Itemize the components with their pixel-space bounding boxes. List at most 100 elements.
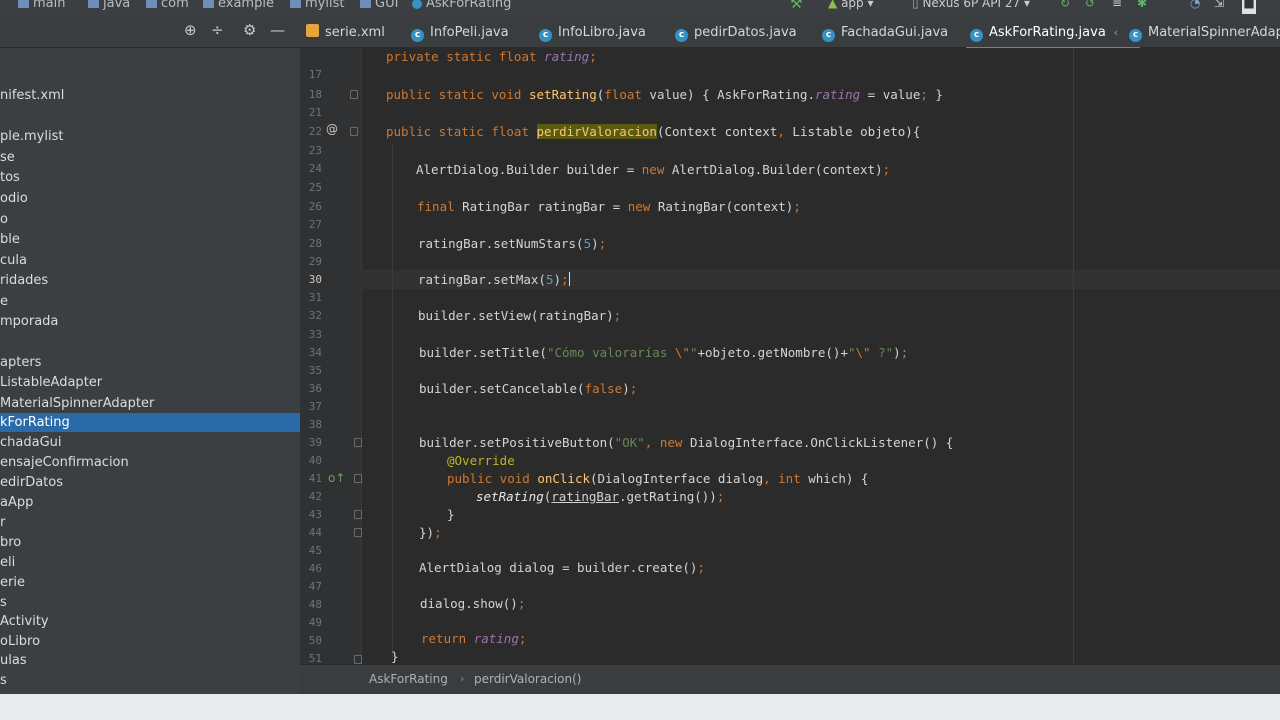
tree-item[interactable]: se: [0, 148, 300, 167]
java-class-icon: c: [970, 29, 983, 42]
line-number: 47: [308, 580, 322, 593]
tree-item[interactable]: r: [0, 513, 300, 532]
override-annotation-icon[interactable]: @: [326, 122, 338, 136]
line-number: 37: [308, 400, 322, 413]
tree-item[interactable]: oLibro: [0, 632, 300, 651]
code-line-40[interactable]: @Override: [447, 453, 515, 468]
tree-item[interactable]: bro: [0, 533, 300, 552]
code-line-48[interactable]: dialog.show();: [420, 596, 525, 611]
breadcrumb-class[interactable]: AskForRating: [369, 672, 448, 686]
apply-changes-icon[interactable]: ↻: [1060, 0, 1070, 14]
tree-item[interactable]: MaterialSpinnerAdapter: [0, 394, 300, 413]
build-hammer-icon[interactable]: ⚒: [790, 0, 803, 14]
code-line-43[interactable]: }: [447, 507, 455, 522]
phone-icon: ▯: [912, 0, 919, 10]
code-line-28[interactable]: ratingBar.setNumStars(5);: [418, 236, 606, 251]
tree-item[interactable]: o: [0, 210, 300, 229]
tree-item[interactable]: aApp: [0, 493, 300, 512]
tab-askforrating[interactable]: c AskForRating.java ‹: [965, 18, 1141, 50]
line-number: 39: [308, 436, 322, 449]
code-line-26[interactable]: final RatingBar ratingBar = new RatingBa…: [417, 199, 801, 214]
code-line-44[interactable]: });: [419, 525, 442, 540]
nav-crumb-java[interactable]: java: [88, 0, 130, 11]
fold-marker-icon[interactable]: [354, 474, 362, 483]
nav-crumb-mylist[interactable]: mylist: [290, 0, 344, 11]
tree-item[interactable]: Activity: [0, 612, 300, 631]
fold-marker-icon[interactable]: [354, 528, 362, 537]
tab-pedirdatos[interactable]: c pedirDatos.java: [675, 18, 797, 48]
target-icon[interactable]: ⊕: [184, 21, 197, 39]
device-dropdown[interactable]: ▯ Nexus 6P API 27 ▾: [912, 0, 1030, 14]
line-number: 46: [308, 562, 322, 575]
tree-item[interactable]: ridades: [0, 271, 300, 290]
android-icon: ▲: [828, 0, 838, 10]
code-line-42[interactable]: setRating(ratingBar.getRating());: [476, 489, 724, 504]
code-line-50[interactable]: return rating;: [421, 631, 526, 646]
tree-item[interactable]: erie: [0, 573, 300, 592]
code-line-18[interactable]: public static void setRating(float value…: [386, 87, 943, 102]
code-line-46[interactable]: AlertDialog dialog = builder.create();: [419, 560, 705, 575]
tree-item[interactable]: odio: [0, 189, 300, 208]
tab-infopeli[interactable]: c InfoPeli.java: [411, 18, 509, 48]
attach-debugger-icon[interactable]: ⇲: [1214, 0, 1224, 14]
tree-item[interactable]: ble: [0, 230, 300, 249]
code-line-36[interactable]: builder.setCancelable(false);: [419, 381, 637, 396]
tree-item[interactable]: mporada: [0, 312, 300, 331]
code-line-34[interactable]: builder.setTitle("Cómo valorarías \""+ob…: [419, 345, 908, 360]
line-number: 27: [308, 218, 322, 231]
tree-item[interactable]: e: [0, 292, 300, 311]
code-line-16[interactable]: private static float rating;: [386, 49, 597, 64]
nav-crumb-com[interactable]: com: [146, 0, 189, 11]
code-line-32[interactable]: builder.setView(ratingBar);: [418, 308, 621, 323]
tree-item[interactable]: tos: [0, 168, 300, 187]
stop-icon[interactable]: ■: [1242, 0, 1256, 14]
fold-marker-icon[interactable]: [354, 438, 362, 447]
close-tab-icon[interactable]: ‹: [1114, 26, 1118, 39]
tree-item[interactable]: cula: [0, 251, 300, 270]
package-icon: [203, 0, 214, 8]
nav-crumb-gui[interactable]: GUI: [360, 0, 398, 11]
code-line-30[interactable]: ratingBar.setMax(5);: [418, 272, 570, 287]
fold-marker-icon[interactable]: [350, 127, 358, 136]
collapse-icon[interactable]: ÷: [211, 21, 224, 39]
tree-item[interactable]: eli: [0, 553, 300, 572]
java-class-icon: c: [539, 29, 552, 42]
tab-serie-xml[interactable]: serie.xml: [306, 18, 385, 48]
menu-list-icon[interactable]: ≡: [1112, 0, 1122, 14]
apply-code-changes-icon[interactable]: ↺: [1085, 0, 1095, 14]
tree-item[interactable]: ensajeConfirmacion: [0, 453, 300, 472]
tree-item[interactable]: nifest.xml: [0, 86, 300, 105]
tree-item[interactable]: chadaGui: [0, 433, 300, 452]
fold-marker-icon[interactable]: [354, 655, 362, 664]
tree-item[interactable]: ulas: [0, 651, 300, 670]
debug-bug-icon[interactable]: ✱: [1137, 0, 1147, 14]
gear-icon[interactable]: ⚙: [243, 21, 256, 39]
tree-item[interactable]: ple.mylist: [0, 127, 300, 146]
nav-crumb-example[interactable]: example: [203, 0, 274, 11]
tab-fachadagui[interactable]: c FachadaGui.java: [822, 18, 948, 48]
minimize-icon[interactable]: —: [270, 21, 285, 39]
breadcrumb-method[interactable]: perdirValoracion(): [474, 672, 581, 686]
tree-item-adapters[interactable]: apters: [0, 353, 300, 372]
tree-item[interactable]: s: [0, 593, 300, 612]
tree-item-askforrating[interactable]: kForRating: [0, 413, 300, 432]
code-line-51[interactable]: }: [391, 649, 399, 664]
fold-marker-icon[interactable]: [350, 90, 358, 99]
code-line-22[interactable]: public static float perdirValoracion(Con…: [386, 124, 920, 139]
tree-item[interactable]: s: [0, 671, 300, 690]
package-icon: [146, 0, 157, 8]
nav-crumb-askforrating[interactable]: AskForRating: [412, 0, 511, 11]
tab-materialspinneradapter[interactable]: cMaterialSpinnerAdapte: [1129, 18, 1280, 48]
profiler-icon[interactable]: ◔: [1190, 0, 1200, 14]
fold-marker-icon[interactable]: [354, 510, 362, 519]
implements-method-icon[interactable]: o↑: [328, 471, 345, 485]
tree-item[interactable]: edirDatos: [0, 473, 300, 492]
nav-crumb-main[interactable]: main: [18, 0, 65, 11]
tab-infolibro[interactable]: c InfoLibro.java: [539, 18, 646, 48]
tree-item[interactable]: ListableAdapter: [0, 373, 300, 392]
code-line-24[interactable]: AlertDialog.Builder builder = new AlertD…: [416, 162, 890, 177]
code-line-41[interactable]: public void onClick(DialogInterface dial…: [447, 471, 868, 486]
code-line-39[interactable]: builder.setPositiveButton("OK", new Dial…: [419, 435, 953, 450]
screen-bottom-area: [0, 694, 1280, 720]
run-config-dropdown[interactable]: ▲ app ▾: [828, 0, 874, 14]
